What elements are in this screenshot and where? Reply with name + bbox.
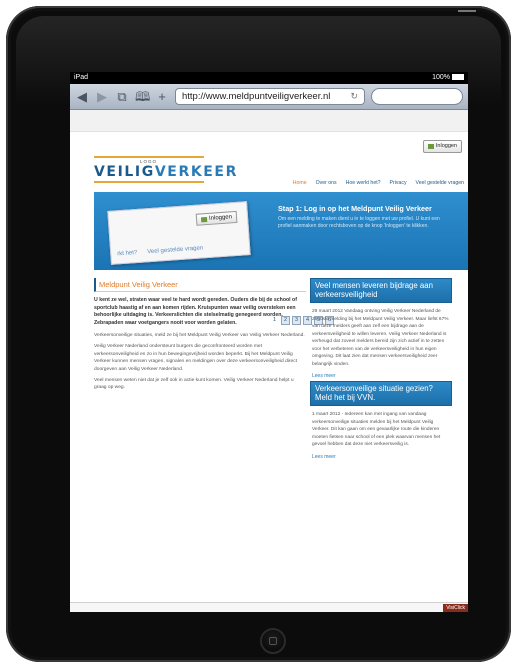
login-button[interactable]: Inloggen bbox=[422, 140, 462, 153]
nav-privacy[interactable]: Privacy bbox=[390, 180, 407, 186]
banner-login-icon bbox=[200, 216, 208, 222]
news-text: 1 maart 2012 - Iedereen kan met ingang v… bbox=[312, 412, 441, 448]
add-icon[interactable]: + bbox=[155, 89, 169, 104]
login-icon bbox=[427, 144, 434, 149]
news-text: 29 maart 2012 Vandaag ontving Veilig Ver… bbox=[312, 309, 449, 367]
main-paragraph: Veilig Verkeer Nederland ondersteunt bur… bbox=[94, 344, 298, 372]
news-item: Verkeersonveilige situatie gezien? Meld … bbox=[310, 381, 452, 462]
main-paragraph: Verkeersonveilige situaties, meld ze bij… bbox=[94, 333, 305, 338]
main-nav: Home Over ons Hoe werkt het? Privacy Vee… bbox=[293, 180, 464, 186]
bookmarks-icon[interactable]: 🕮 bbox=[135, 89, 150, 104]
read-more-link[interactable]: Lees meer bbox=[310, 449, 452, 462]
footer-badge[interactable]: VisiClick bbox=[443, 604, 468, 612]
battery-icon bbox=[452, 74, 464, 81]
address-bar[interactable]: http://www.meldpuntveiligverkeer.nl ↻ bbox=[175, 88, 365, 105]
banner-shot-nav-item: rkt het? bbox=[117, 249, 138, 258]
nav-home[interactable]: Home bbox=[293, 180, 307, 186]
search-input[interactable] bbox=[371, 88, 463, 105]
device-label: iPad bbox=[74, 74, 89, 81]
logo-wordmark: VEILIGVERKEER bbox=[94, 164, 238, 180]
tabs-icon[interactable]: ⧉ bbox=[115, 89, 129, 104]
nav-hoe-werkt-het[interactable]: Hoe werkt het? bbox=[346, 180, 381, 186]
login-label: Inloggen bbox=[435, 143, 457, 149]
banner-title: Stap 1: Log in op het Meldpunt Veilig Ve… bbox=[278, 204, 432, 213]
news-title[interactable]: Verkeersonveilige situatie gezien? Meld … bbox=[310, 381, 452, 407]
banner-shot-nav: rkt het? Veel gestelde vragen bbox=[117, 245, 203, 257]
website-page: Inloggen LOGO VEILIGVERKEER Home Over on… bbox=[70, 132, 468, 612]
site-logo[interactable]: LOGO VEILIGVERKEER bbox=[94, 156, 236, 184]
logo-word-verkeer: VERKEER bbox=[154, 164, 238, 180]
logo-word-veilig: VEILIG bbox=[94, 164, 155, 180]
read-more-link[interactable]: Lees meer bbox=[310, 368, 452, 381]
page-top-strip bbox=[70, 110, 468, 132]
home-button[interactable] bbox=[260, 628, 286, 654]
main-content: Meldpunt Veilig Verkeer U kent ze wel, s… bbox=[94, 278, 306, 396]
main-title: Meldpunt Veilig Verkeer bbox=[94, 278, 306, 292]
logo-top-bar bbox=[94, 156, 204, 158]
nav-faq[interactable]: Veel gestelde vragen bbox=[416, 180, 464, 186]
back-icon[interactable]: ◀ bbox=[75, 89, 89, 104]
nav-over-ons[interactable]: Over ons bbox=[316, 180, 337, 186]
news-item: Veel mensen leveren bijdrage aan verkeer… bbox=[310, 278, 452, 381]
banner-login-label: Inloggen bbox=[208, 214, 233, 222]
news-title[interactable]: Veel mensen leveren bijdrage aan verkeer… bbox=[310, 278, 452, 304]
banner-text: Om een melding te maken dient u in te lo… bbox=[278, 216, 440, 229]
banner-screenshot: Inloggen rkt het? Veel gestelde vragen bbox=[107, 201, 251, 265]
banner-shot-nav-item: Veel gestelde vragen bbox=[147, 245, 204, 256]
forward-icon[interactable]: ▶ bbox=[95, 89, 109, 104]
home-square-icon bbox=[269, 637, 277, 645]
page-footer: VisiClick bbox=[70, 602, 468, 612]
battery-percent: 100% bbox=[432, 74, 450, 81]
browser-screen: iPad 100% ◀ ▶ ⧉ 🕮 + http://www.meldpuntv… bbox=[70, 72, 468, 612]
safari-toolbar: ◀ ▶ ⧉ 🕮 + http://www.meldpuntveiligverke… bbox=[70, 84, 468, 110]
main-lead: U kent ze wel, straten waar veel te hard… bbox=[94, 297, 297, 326]
battery-indicator: 100% bbox=[432, 72, 464, 84]
url-text: http://www.meldpuntveiligverkeer.nl bbox=[182, 91, 331, 102]
sleep-button bbox=[458, 10, 476, 12]
logo-underline bbox=[94, 181, 204, 183]
main-paragraph: Veel mensen weten niet dat je zelf ook i… bbox=[94, 378, 294, 391]
reload-icon[interactable]: ↻ bbox=[350, 89, 358, 104]
news-sidebar: Veel mensen leveren bijdrage aan verkeer… bbox=[310, 278, 452, 462]
hero-banner: Inloggen rkt het? Veel gestelde vragen S… bbox=[94, 192, 468, 325]
banner-login-button: Inloggen bbox=[195, 210, 238, 226]
status-bar: iPad 100% bbox=[70, 72, 468, 84]
